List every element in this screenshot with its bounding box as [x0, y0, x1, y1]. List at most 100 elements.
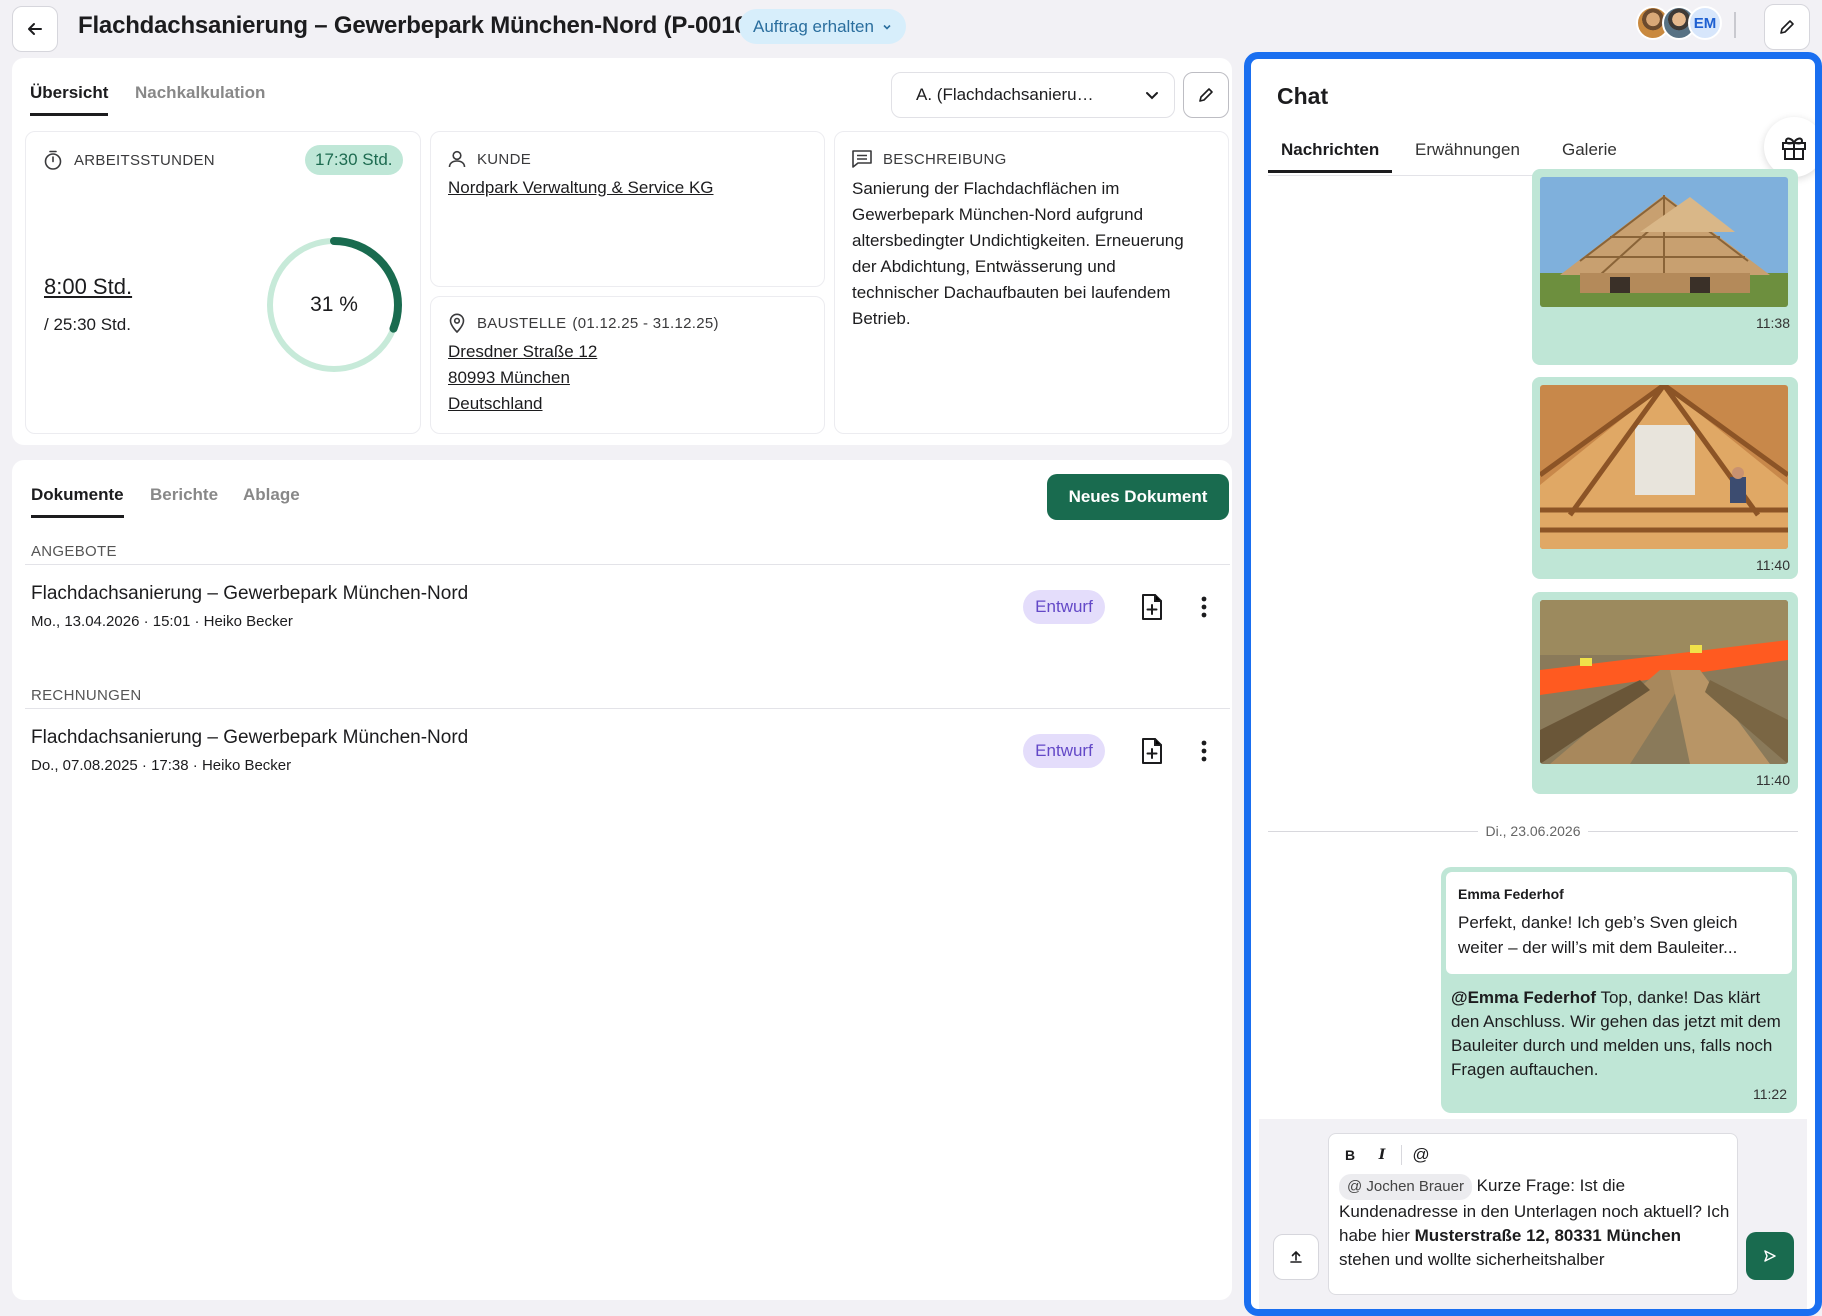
- photo-level-on-beams-image: [1540, 600, 1788, 764]
- photo-level-on-beams[interactable]: [1540, 600, 1788, 764]
- toolbar-divider: [1401, 1145, 1402, 1165]
- tab-mentions[interactable]: Erwähnungen: [1415, 140, 1520, 170]
- description-label: BESCHREIBUNG: [883, 150, 1007, 168]
- site-street-link[interactable]: Dresdner Straße 12: [448, 342, 597, 362]
- photo-roof-frame[interactable]: [1540, 177, 1788, 307]
- status-dropdown[interactable]: Auftrag erhalten: [739, 9, 906, 44]
- image-message[interactable]: 11:40: [1532, 377, 1798, 579]
- customer-link[interactable]: Nordpark Verwaltung & Service KG: [448, 178, 714, 198]
- progress-percent: 31 %: [310, 293, 358, 316]
- file-plus-icon: [1142, 738, 1162, 764]
- customer-label-row: KUNDE: [447, 149, 531, 169]
- message-text: @Emma Federhof Top, danke! Das klärt den…: [1446, 974, 1792, 1082]
- message-mention[interactable]: @Emma Federhof: [1451, 988, 1596, 1007]
- remaining-hours-badge: 17:30 Std.: [305, 145, 403, 175]
- header-divider: [1734, 12, 1736, 38]
- stopwatch-icon: [44, 150, 62, 170]
- section-divider: [25, 708, 1230, 709]
- page-title: Flachdachsanierung – Gewerbepark München…: [78, 12, 769, 39]
- create-from-document-button[interactable]: [1137, 592, 1167, 622]
- logged-hours[interactable]: 8:00 Std.: [44, 274, 132, 300]
- message-editor[interactable]: B I @ @ Jochen Brauer Kurze Frage: Ist d…: [1328, 1133, 1738, 1295]
- chat-title: Chat: [1277, 83, 1329, 109]
- section-label-offers: ANGEBOTE: [31, 543, 117, 560]
- tab-messages[interactable]: Nachrichten: [1268, 140, 1393, 173]
- gift-button[interactable]: [1764, 117, 1815, 177]
- variant-select-value: A. (Flachdachsanieru…: [916, 85, 1094, 104]
- tab-documents[interactable]: Dokumente: [31, 485, 124, 518]
- mention-chip[interactable]: @ Jochen Brauer: [1339, 1174, 1472, 1200]
- document-title: Flachdachsanierung – Gewerbepark München…: [31, 583, 469, 604]
- more-options-button[interactable]: [1189, 592, 1219, 622]
- tab-gallery[interactable]: Galerie: [1562, 140, 1617, 170]
- create-from-document-button[interactable]: [1137, 736, 1167, 766]
- quoted-author: Emma Federhof: [1458, 886, 1564, 902]
- status-label: Auftrag erhalten: [753, 16, 874, 36]
- document-row[interactable]: Flachdachsanierung – Gewerbepark München…: [25, 719, 1230, 797]
- photo-attic-interior-image: [1540, 385, 1788, 549]
- description-text: Sanierung der Flachdachflächen im Gewerb…: [852, 179, 1184, 328]
- section-label-invoices: RECHNUNGEN: [31, 687, 142, 704]
- status-badge: Entwurf: [1023, 590, 1105, 624]
- image-message[interactable]: 11:40: [1532, 592, 1798, 794]
- message-square-icon: [852, 150, 872, 168]
- message-time: 11:22: [1753, 1086, 1787, 1102]
- description-label-row: BESCHREIBUNG: [851, 149, 1007, 169]
- separator-line: [1268, 830, 1478, 832]
- user-icon: [448, 150, 466, 168]
- pencil-icon: [1199, 88, 1213, 102]
- edit-project-button[interactable]: [1764, 4, 1810, 50]
- date-separator: Di., 23.06.2026: [1268, 823, 1798, 839]
- site-city-link[interactable]: 80993 München: [448, 368, 570, 388]
- planned-hours: / 25:30 Std.: [44, 315, 131, 334]
- file-plus-icon: [1142, 594, 1162, 620]
- tab-archive[interactable]: Ablage: [243, 485, 300, 515]
- new-document-button[interactable]: Neues Dokument: [1047, 474, 1229, 520]
- image-message[interactable]: 11:38: [1532, 169, 1798, 365]
- send-button[interactable]: [1746, 1232, 1794, 1280]
- separator-line: [1588, 830, 1798, 832]
- work-hours-label-row: ARBEITSSTUNDEN: [42, 149, 215, 171]
- variant-select[interactable]: A. (Flachdachsanieru…: [891, 72, 1175, 118]
- chat-panel: Chat Nachrichten Erwähnungen Galerie 11:: [1244, 52, 1822, 1316]
- mention-button[interactable]: @: [1408, 1142, 1434, 1168]
- work-hours-label: ARBEITSSTUNDEN: [74, 151, 215, 169]
- edit-overview-button[interactable]: [1183, 72, 1229, 118]
- more-options-button[interactable]: [1189, 736, 1219, 766]
- arrow-left-icon: [28, 23, 42, 35]
- upload-button[interactable]: [1273, 1234, 1319, 1280]
- avatar[interactable]: EM: [1688, 6, 1722, 40]
- tab-reports[interactable]: Berichte: [150, 485, 218, 515]
- back-button[interactable]: [12, 6, 58, 52]
- message-time: 11:38: [1756, 315, 1790, 331]
- bold-button[interactable]: B: [1337, 1142, 1363, 1168]
- site-country-link[interactable]: Deutschland: [448, 394, 543, 414]
- editor-text-part: stehen und wollte sicherheitshalber: [1339, 1250, 1605, 1269]
- document-meta: Mo., 13.04.2026 · 15:01 · Heiko Becker: [31, 613, 293, 630]
- editor-text-bold: Musterstraße 12, 80331 München: [1414, 1226, 1682, 1245]
- tab-post-calculation[interactable]: Nachkalkulation: [135, 83, 265, 113]
- photo-roof-frame-image: [1540, 177, 1788, 307]
- date-separator-label: Di., 23.06.2026: [1485, 823, 1581, 839]
- quoted-text: Perfekt, danke! Ich geb’s Sven gleich we…: [1458, 913, 1738, 957]
- status-badge: Entwurf: [1023, 734, 1105, 768]
- photo-attic-interior[interactable]: [1540, 385, 1788, 549]
- site-dates: (01.12.25 - 31.12.25): [572, 314, 719, 332]
- tab-overview[interactable]: Übersicht: [30, 83, 109, 116]
- upload-icon: [1290, 1250, 1302, 1263]
- quoted-message[interactable]: Emma Federhof Perfekt, danke! Ich geb’s …: [1446, 872, 1792, 974]
- more-vertical-icon: [1201, 596, 1207, 618]
- italic-button[interactable]: I: [1369, 1142, 1395, 1168]
- format-toolbar: B I @: [1337, 1142, 1434, 1168]
- chat-message[interactable]: Emma Federhof Perfekt, danke! Ich geb’s …: [1441, 867, 1797, 1113]
- site-label-row: BAUSTELLE (01.12.25 - 31.12.25): [447, 312, 719, 334]
- editor-content[interactable]: @ Jochen Brauer Kurze Frage: Ist die Kun…: [1339, 1174, 1734, 1272]
- chevron-down-icon: [1146, 92, 1158, 100]
- document-row[interactable]: Flachdachsanierung – Gewerbepark München…: [25, 575, 1230, 653]
- map-pin-icon: [449, 313, 465, 334]
- chevron-down-icon: [883, 24, 891, 30]
- member-avatars[interactable]: EM: [1636, 6, 1722, 42]
- section-divider: [25, 564, 1230, 565]
- more-vertical-icon: [1201, 740, 1207, 762]
- document-title: Flachdachsanierung – Gewerbepark München…: [31, 727, 469, 748]
